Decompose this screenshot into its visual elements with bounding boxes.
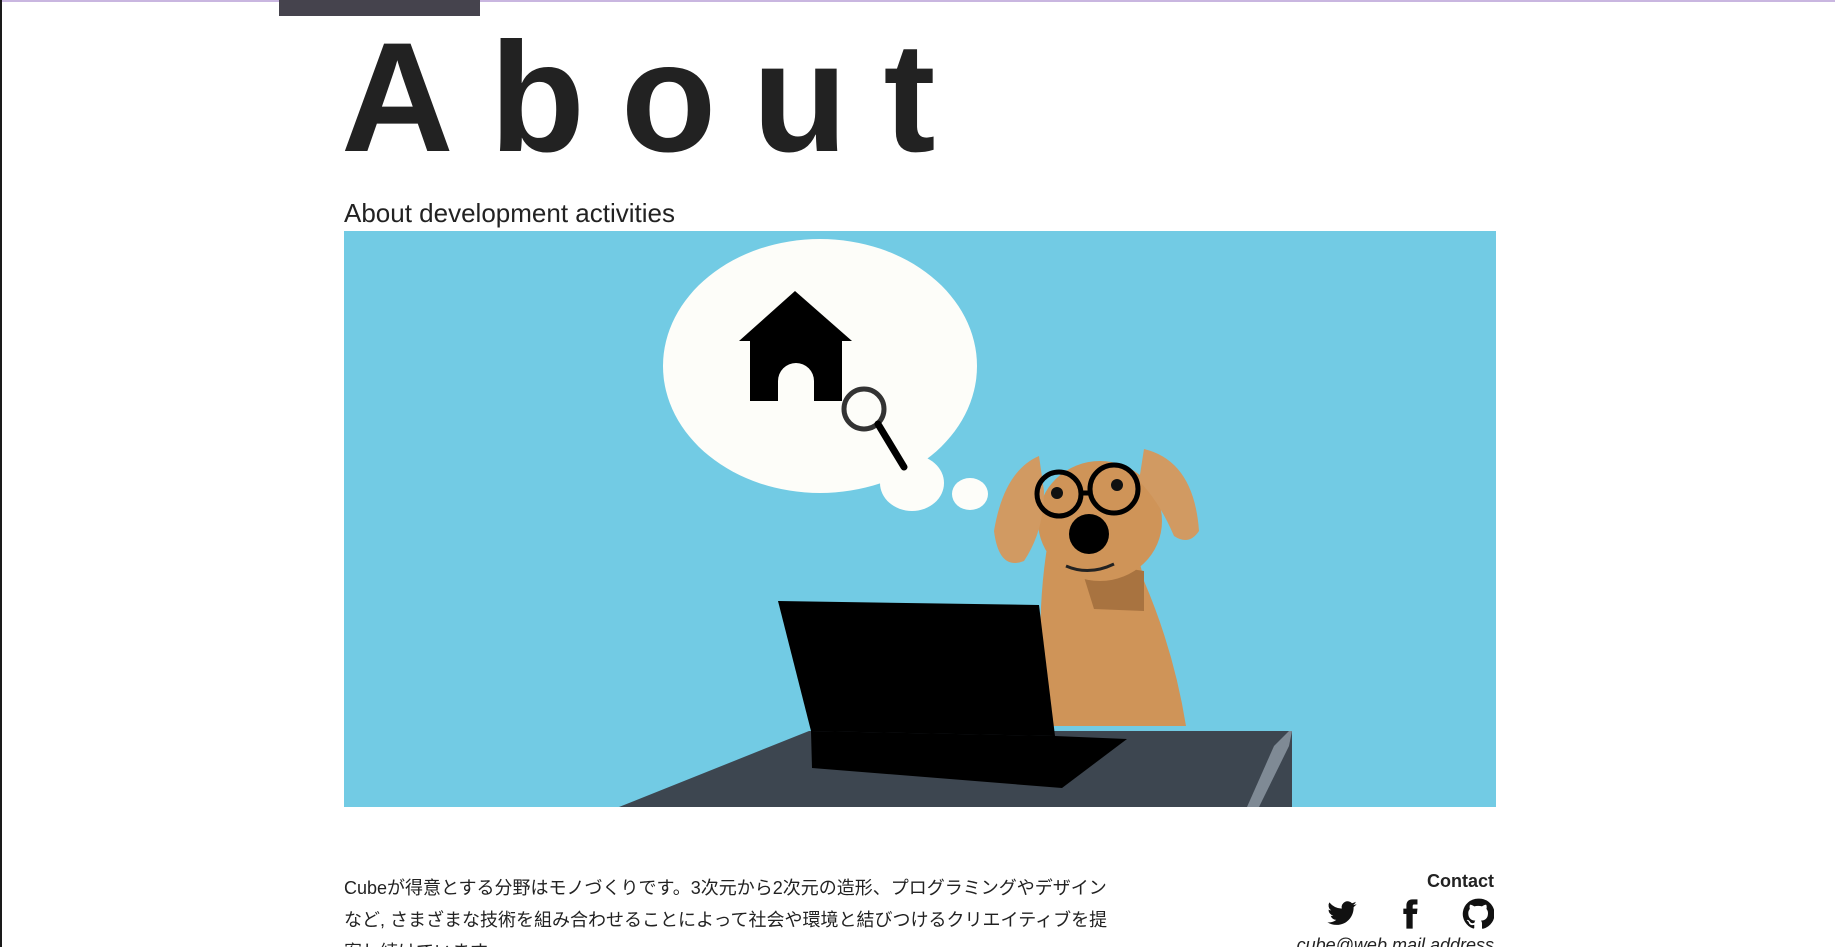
thought-bubble-small — [880, 455, 944, 511]
page-subtitle: About development activities — [344, 198, 675, 228]
facebook-icon[interactable] — [1394, 898, 1426, 930]
top-border-line — [2, 0, 1835, 2]
github-icon[interactable] — [1462, 898, 1495, 930]
about-page: About About development activities Cubeが… — [0, 0, 1835, 947]
dog-laptop-illustration — [619, 239, 1292, 807]
twitter-icon[interactable] — [1326, 898, 1358, 930]
contact-section: Contact cube@web.mail.address — [1274, 869, 1495, 947]
page-title: About — [341, 11, 972, 185]
contact-email[interactable]: cube@web.mail.address — [1274, 933, 1494, 947]
hero-illustration — [344, 231, 1496, 807]
contact-heading: Contact — [1427, 871, 1494, 891]
thought-bubble-tiny — [952, 478, 988, 510]
social-links — [1274, 897, 1495, 931]
about-description: Cubeが得意とする分野はモノづくりです。3次元から2次元の造形、プログラミング… — [344, 878, 1108, 947]
